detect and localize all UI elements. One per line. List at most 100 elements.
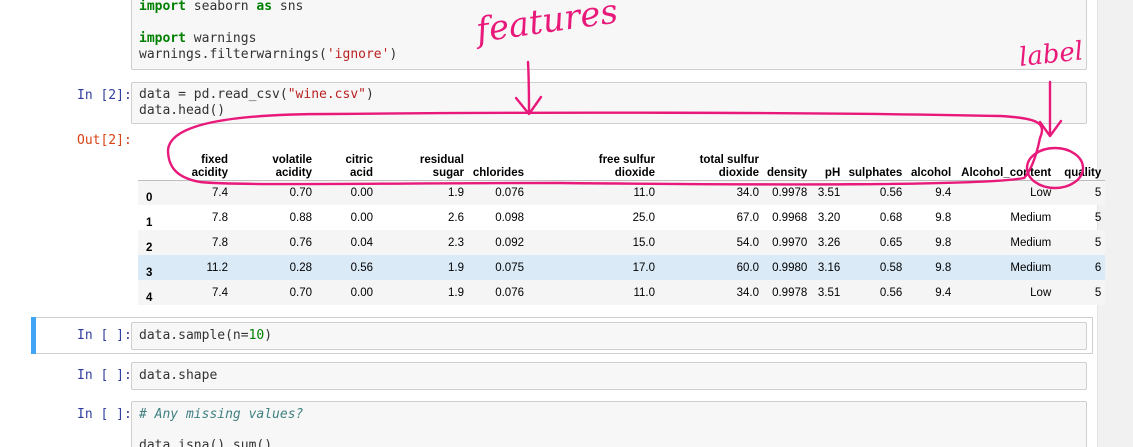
table-cell: 3.16 (817, 261, 841, 274)
table-cell: 9.8 (935, 211, 952, 224)
code-line-sample: data.sample(n=10) (139, 328, 272, 345)
table-cell: 7.8 (212, 211, 228, 224)
table-row: 2 7.8 0.76 0.04 2.3 0.092 15.0 54.0 0.99… (138, 230, 1106, 255)
table-cell: 2.6 (448, 211, 464, 224)
code-line-read-csv: data = pd.read_csv("wine.csv") (139, 87, 374, 104)
table-cell: 60.0 (736, 261, 759, 274)
row-index: 3 (146, 267, 153, 279)
row-index: 2 (146, 242, 153, 254)
table-row: 0 7.4 0.70 0.00 1.9 0.076 11.0 34.0 0.99… (138, 180, 1106, 205)
table-cell: 3.26 (817, 236, 841, 249)
table-cell: Low (1030, 286, 1052, 299)
table-cell: 5 (1094, 211, 1102, 224)
table-cell: 0.04 (350, 236, 373, 249)
row-index: 0 (146, 192, 153, 204)
column-header: residual sugar (419, 153, 464, 179)
column-header: alcohol (911, 166, 952, 179)
table-cell: Medium (1010, 236, 1052, 249)
code-comment: # Any missing values? (139, 407, 304, 422)
table-cell: 3.51 (817, 286, 841, 299)
table-cell: 0.076 (495, 286, 524, 299)
column-header: citric acid (345, 153, 374, 179)
table-cell: 6 (1094, 261, 1102, 274)
table-cell: 7.4 (212, 286, 228, 299)
table-cell: 11.0 (633, 286, 655, 299)
table-cell: 9.8 (935, 236, 952, 249)
string-literal: 'ignore' (326, 47, 390, 62)
table-cell: 0.70 (289, 186, 312, 199)
code-line-head: data.head() (139, 103, 226, 118)
column-header: pH (824, 166, 841, 179)
table-cell: 0.56 (879, 186, 903, 199)
table-cell: 5 (1094, 186, 1102, 199)
table-cell: 0.00 (350, 286, 373, 299)
table-cell: 7.8 (212, 236, 228, 249)
table-cell: 0.65 (879, 236, 903, 249)
table-cell: 0.9978 (772, 286, 808, 299)
column-header: volatile acidity (272, 153, 312, 179)
table-cell: 0.56 (350, 261, 373, 274)
table-cell: 11.0 (633, 186, 655, 199)
table-cell: 0.9980 (772, 261, 808, 274)
index-header (138, 140, 170, 180)
table-cell: 0.58 (879, 261, 903, 274)
column-header: Alcohol_content (961, 166, 1052, 179)
column-header: chlorides (472, 166, 524, 179)
table-cell: 0.00 (350, 211, 373, 224)
table-row: 3 11.2 0.28 0.56 1.9 0.075 17.0 60.0 0.9… (138, 255, 1106, 280)
input-prompt: In [ ]: (77, 328, 132, 343)
column-header: free sulfur dioxide (598, 153, 655, 179)
table-cell: Low (1030, 186, 1052, 199)
table-cell: 1.9 (448, 286, 464, 299)
row-index: 4 (146, 292, 153, 304)
table-cell: 3.20 (817, 211, 841, 224)
output-prompt: Out[2]: (77, 133, 132, 148)
table-cell: 0.098 (495, 211, 524, 224)
number-literal: 10 (248, 328, 265, 343)
code-text: ) (264, 328, 273, 343)
table-cell: 34.0 (736, 186, 759, 199)
row-index: 1 (146, 217, 153, 229)
code-text: sns (272, 0, 304, 14)
table-cell: 0.88 (289, 211, 312, 224)
code-cell-shape[interactable] (131, 362, 1087, 390)
table-cell: 15.0 (632, 236, 655, 249)
code-text: warnings.filterwarnings( (139, 47, 327, 62)
table-cell: 7.4 (212, 186, 228, 199)
keyword: import (139, 0, 186, 14)
column-header: total sulfur dioxide (699, 153, 759, 179)
table-cell: Medium (1010, 261, 1052, 274)
selected-cell-indicator (31, 317, 36, 354)
code-cell-sample[interactable] (131, 322, 1087, 350)
table-cell: 0.075 (495, 261, 524, 274)
table-cell: 1.9 (448, 261, 464, 274)
code-line-import-seaborn: import seaborn as sns (139, 0, 303, 16)
code-line-isna: data.isna().sum() (139, 438, 273, 447)
table-cell: 9.8 (935, 261, 952, 274)
table-cell: 54.0 (736, 236, 759, 249)
code-text: data = pd.read_csv( (139, 87, 288, 102)
dataframe-table: fixed acidity volatile acidity citric acid … (138, 140, 1106, 305)
table-cell: 0.092 (495, 236, 524, 249)
table-row: 4 7.4 0.70 0.00 1.9 0.076 11.0 34.0 0.99… (138, 280, 1106, 305)
table-cell: 0.70 (289, 286, 312, 299)
column-header: sulphates (848, 166, 903, 179)
table-cell: 11.2 (206, 261, 228, 274)
notebook-page: import seaborn as sns import warnings wa… (0, 0, 1133, 447)
column-header: density (767, 166, 808, 179)
code-text: data.sample(n= (139, 328, 249, 343)
table-cell: 3.51 (817, 186, 841, 199)
code-line-import-warnings: import warnings (139, 31, 256, 48)
input-prompt: In [2]: (77, 88, 132, 103)
keyword: import (139, 31, 186, 46)
table-row: 1 7.8 0.88 0.00 2.6 0.098 25.0 67.0 0.99… (138, 205, 1105, 230)
code-line-shape: data.shape (139, 368, 218, 383)
table-cell: 25.0 (632, 211, 655, 224)
table-cell: 5 (1094, 286, 1102, 299)
table-cell: 5 (1094, 236, 1102, 249)
table-cell: 9.4 (935, 286, 952, 299)
code-text: seaborn (185, 0, 257, 14)
table-cell: 2.3 (448, 236, 464, 249)
table-cell: 67.0 (736, 211, 759, 224)
table-cell: 34.0 (736, 286, 759, 299)
